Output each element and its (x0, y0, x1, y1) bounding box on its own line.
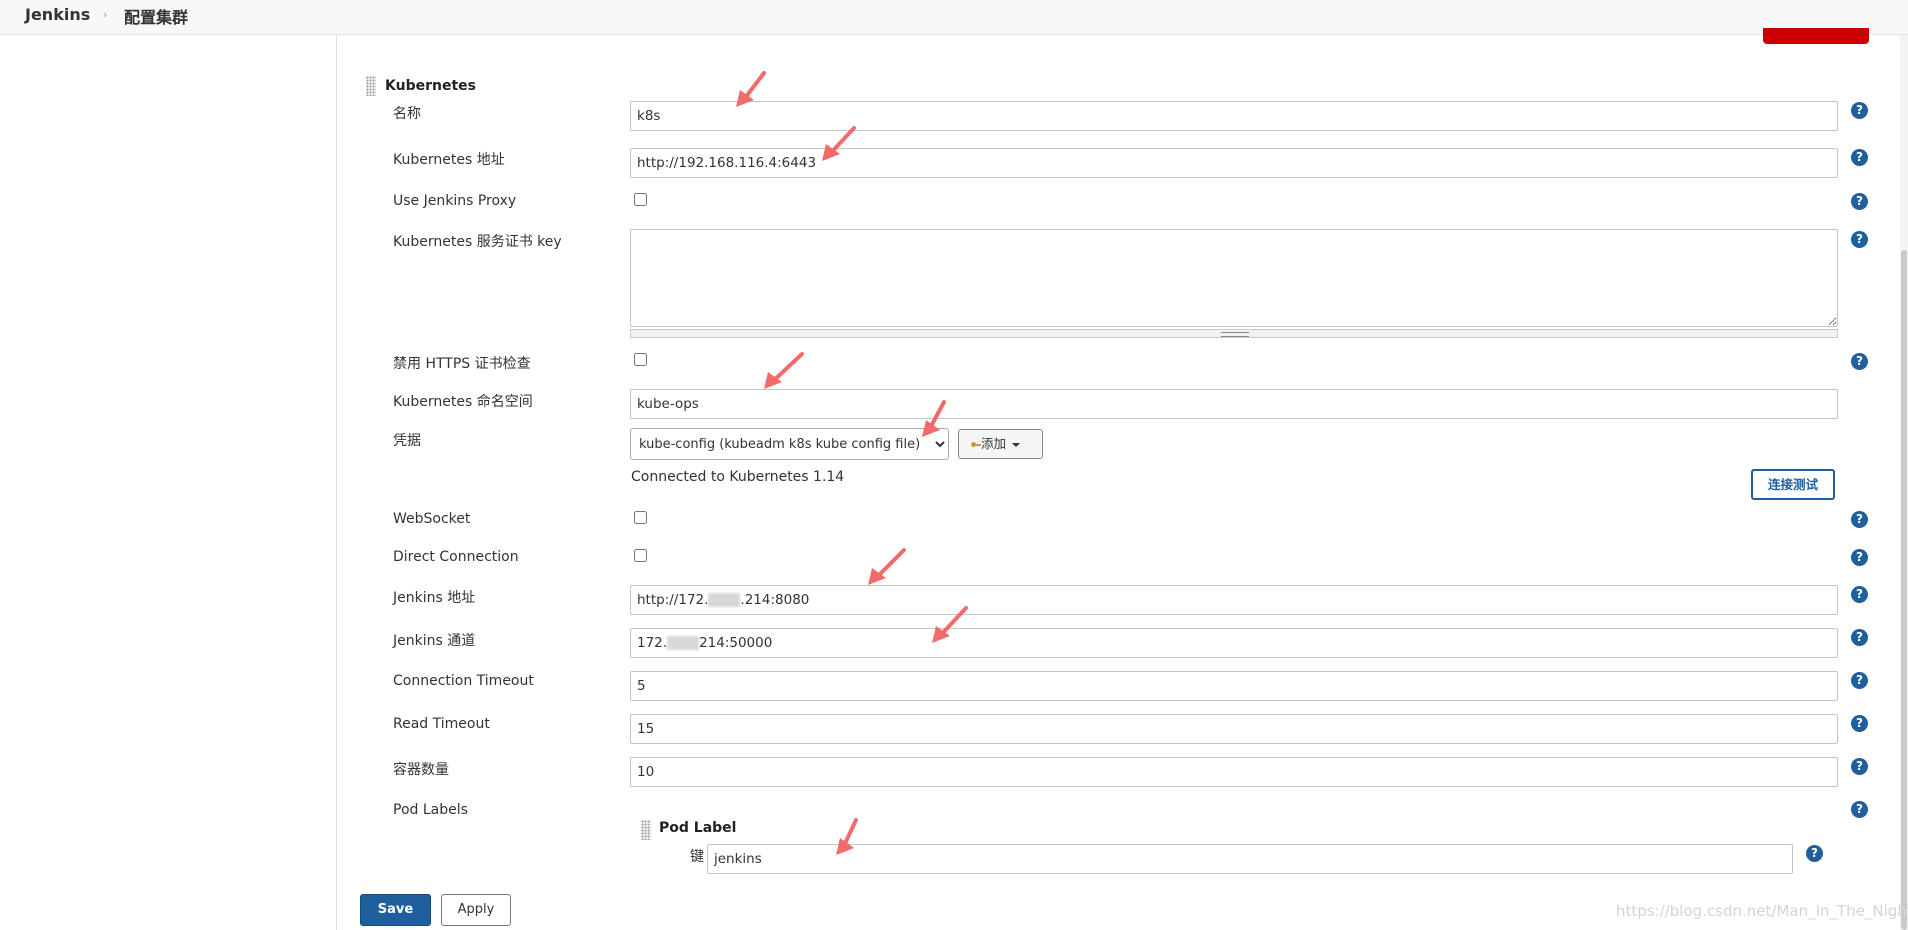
container-cap-input[interactable]: 10 (630, 757, 1838, 787)
help-icon[interactable]: ? (1851, 549, 1868, 566)
drag-handle-icon[interactable] (366, 76, 376, 96)
credentials-label: 凭据 (393, 433, 421, 449)
help-icon[interactable]: ? (1851, 193, 1868, 210)
arrow-annotation-icon (932, 606, 968, 643)
server-cert-key-textarea[interactable] (630, 229, 1838, 327)
jenkins-url-suffix: .214:8080 (740, 592, 810, 608)
jenkins-tunnel-prefix: 172. (637, 635, 668, 651)
arrow-annotation-icon (822, 126, 856, 161)
redacted-blur (708, 593, 741, 607)
help-icon[interactable]: ? (1851, 629, 1868, 646)
help-icon[interactable]: ? (1851, 511, 1868, 528)
jenkins-url-prefix: http://172. (637, 592, 709, 608)
arrow-annotation-icon (836, 818, 858, 855)
watermark-text: https://blog.csdn.net/Man_In_The_Night (1616, 902, 1908, 920)
arrow-annotation-icon (922, 400, 946, 437)
jenkins-tunnel-label: Jenkins 通道 (393, 633, 476, 649)
pod-label-title: Pod Label (659, 820, 737, 836)
namespace-input[interactable]: kube-ops (630, 389, 1838, 419)
arrow-annotation-icon (736, 71, 766, 107)
connection-status-text: Connected to Kubernetes 1.14 (631, 469, 845, 485)
pod-labels-label: Pod Labels (393, 802, 468, 818)
key-icon (971, 442, 981, 447)
help-icon[interactable]: ? (1851, 801, 1868, 818)
arrow-annotation-icon (868, 548, 906, 585)
use-jenkins-proxy-checkbox[interactable] (634, 193, 647, 206)
kubernetes-url-input[interactable]: http://192.168.116.4:6443 (630, 148, 1838, 178)
resize-grip-icon (1221, 332, 1249, 337)
pod-label-key-label: 键 (690, 849, 704, 865)
help-icon[interactable]: ? (1851, 758, 1868, 775)
disable-https-check-checkbox[interactable] (634, 353, 647, 366)
server-cert-key-label: Kubernetes 服务证书 key (393, 234, 562, 250)
save-button[interactable]: Save (360, 894, 431, 926)
jenkins-tunnel-suffix: 214:50000 (699, 635, 773, 651)
help-icon[interactable]: ? (1851, 231, 1868, 248)
help-icon[interactable]: ? (1851, 715, 1868, 732)
redacted-blur (667, 636, 700, 650)
textarea-resize-bar[interactable] (630, 329, 1838, 338)
test-connection-button[interactable]: 连接测试 (1751, 469, 1835, 500)
help-icon[interactable]: ? (1806, 845, 1823, 862)
websocket-label: WebSocket (393, 511, 471, 527)
page-scrollbar-thumb[interactable] (1901, 250, 1907, 930)
direct-connection-checkbox[interactable] (634, 549, 647, 562)
jenkins-tunnel-input[interactable]: 172. 214:50000 (630, 628, 1838, 658)
side-panel (0, 35, 337, 930)
jenkins-url-label: Jenkins 地址 (393, 590, 476, 606)
drag-handle-icon[interactable] (641, 820, 651, 840)
namespace-label: Kubernetes 命名空间 (393, 394, 533, 410)
breadcrumb-home-link[interactable]: Jenkins (25, 5, 90, 24)
disable-https-check-label: 禁用 HTTPS 证书检查 (393, 356, 531, 372)
arrow-annotation-icon (764, 352, 804, 389)
read-timeout-input[interactable]: 15 (630, 714, 1838, 744)
direct-connection-label: Direct Connection (393, 549, 519, 565)
help-icon[interactable]: ? (1851, 353, 1868, 370)
read-timeout-label: Read Timeout (393, 716, 490, 732)
add-credentials-label: 添加 (981, 436, 1007, 451)
top-nav-bar: Jenkins › 配置集群 (0, 0, 1908, 35)
connection-timeout-input[interactable]: 5 (630, 671, 1838, 701)
credentials-select[interactable]: kube-config (kubeadm k8s kube config fil… (630, 428, 949, 460)
add-credentials-button[interactable]: 添加 (958, 429, 1043, 459)
name-label: 名称 (393, 106, 421, 122)
connection-timeout-label: Connection Timeout (393, 673, 534, 689)
name-input[interactable]: k8s (630, 101, 1838, 131)
help-icon[interactable]: ? (1851, 149, 1868, 166)
help-icon[interactable]: ? (1851, 586, 1868, 603)
jenkins-url-input[interactable]: http://172. .214:8080 (630, 585, 1838, 615)
container-cap-label: 容器数量 (393, 762, 449, 778)
websocket-checkbox[interactable] (634, 511, 647, 524)
breadcrumb-separator-icon: › (103, 8, 108, 21)
help-icon[interactable]: ? (1851, 672, 1868, 689)
delete-cloud-button[interactable] (1763, 28, 1869, 44)
help-icon[interactable]: ? (1851, 102, 1868, 119)
breadcrumb-current-page[interactable]: 配置集群 (124, 4, 188, 28)
section-title-kubernetes: Kubernetes (385, 78, 476, 94)
use-jenkins-proxy-label: Use Jenkins Proxy (393, 193, 517, 209)
kubernetes-url-label: Kubernetes 地址 (393, 152, 505, 168)
apply-button[interactable]: Apply (441, 894, 511, 926)
caret-down-icon (1012, 442, 1021, 447)
